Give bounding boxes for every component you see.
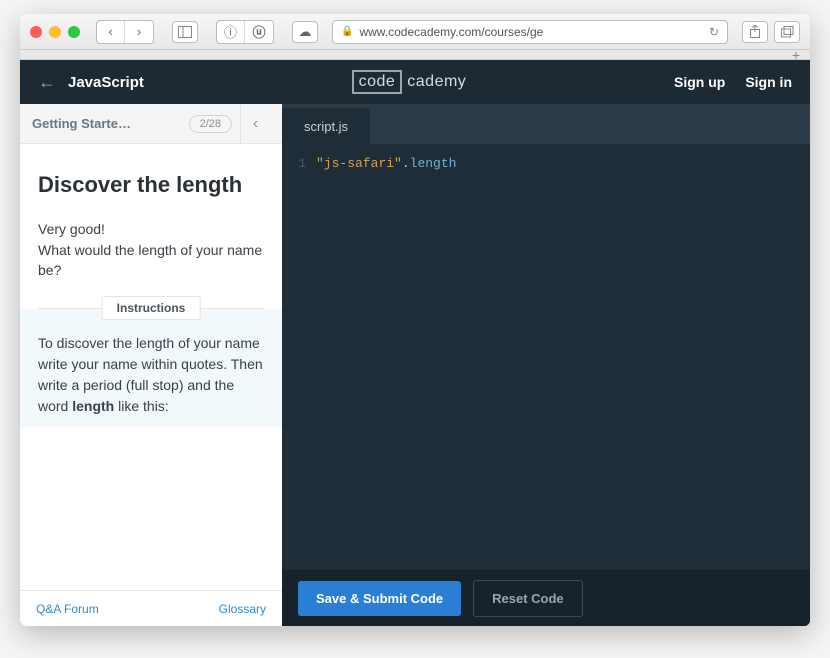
tab-strip: + xyxy=(20,50,810,60)
close-icon[interactable] xyxy=(30,26,42,38)
app-header: ← JavaScript code cademy Sign up Sign in xyxy=(20,60,810,104)
lesson-bar: Getting Starte… 2/28 ‹ xyxy=(20,104,282,144)
editor-footer: Save & Submit Code Reset Code xyxy=(282,570,810,626)
code-dot: . xyxy=(402,156,410,171)
adblock-icon[interactable]: ⓤ xyxy=(245,21,273,43)
content-area: Getting Starte… 2/28 ‹ Discover the leng… xyxy=(20,104,810,626)
signup-link[interactable]: Sign up xyxy=(674,74,725,90)
instructions-post: like this: xyxy=(114,398,168,414)
instructions-tab-label: Instructions xyxy=(102,296,201,320)
lesson-body: Discover the length Very good! What woul… xyxy=(20,144,282,590)
instructions-bold: length xyxy=(72,398,114,414)
progress-pill[interactable]: 2/28 xyxy=(189,115,232,133)
url-bar[interactable]: 🔒 www.codecademy.com/courses/ge ↻ xyxy=(332,20,728,44)
sidebar-footer: Q&A Forum Glossary xyxy=(20,590,282,626)
auth-links: Sign up Sign in xyxy=(674,74,792,90)
lesson-text: Very good! What would the length of your… xyxy=(38,219,264,280)
instructions-section: Instructions To discover the length of y… xyxy=(38,308,264,427)
reload-icon[interactable]: ↻ xyxy=(709,25,719,39)
window-controls xyxy=(30,26,80,38)
code-content[interactable]: "js-safari".length xyxy=(316,156,456,171)
browser-titlebar: ‹ › ⓘ ⓤ ☁ 🔒 www.codecademy.com/courses/g… xyxy=(20,14,810,50)
lesson-title: Discover the length xyxy=(38,172,264,197)
reset-button[interactable]: Reset Code xyxy=(473,580,583,617)
info-icon[interactable]: ⓘ xyxy=(217,21,245,43)
code-string: "js-safari" xyxy=(316,156,402,171)
code-prop: length xyxy=(410,156,457,171)
nav-back-forward: ‹ › xyxy=(96,20,154,44)
back-arrow-icon[interactable]: ← xyxy=(38,72,56,93)
lesson-line2: What would the length of your name be? xyxy=(38,240,264,281)
toolbar-group: ⓘ ⓤ xyxy=(216,20,274,44)
sidebar-toggle-icon[interactable] xyxy=(172,21,198,43)
app-root: ← JavaScript code cademy Sign up Sign in… xyxy=(20,60,810,626)
lesson-sidebar: Getting Starte… 2/28 ‹ Discover the leng… xyxy=(20,104,282,626)
code-line: 1 "js-safari".length xyxy=(282,156,810,171)
section-name[interactable]: Getting Starte… xyxy=(32,116,181,131)
prev-lesson-button[interactable]: ‹ xyxy=(240,104,270,143)
glossary-link[interactable]: Glossary xyxy=(219,602,266,616)
file-tab[interactable]: script.js xyxy=(282,108,370,144)
submit-button[interactable]: Save & Submit Code xyxy=(298,581,461,616)
code-editor[interactable]: 1 "js-safari".length xyxy=(282,144,810,570)
brand-logo[interactable]: code cademy xyxy=(144,70,674,94)
minimize-icon[interactable] xyxy=(49,26,61,38)
forward-button[interactable]: › xyxy=(125,21,153,43)
line-number: 1 xyxy=(282,156,316,171)
course-title: JavaScript xyxy=(68,74,144,91)
brand-left: code xyxy=(352,70,403,94)
editor-pane: script.js 1 "js-safari".length Save & Su… xyxy=(282,104,810,626)
maximize-icon[interactable] xyxy=(68,26,80,38)
brand-right: cademy xyxy=(402,73,466,91)
url-text: www.codecademy.com/courses/ge xyxy=(359,25,543,39)
cloud-icon[interactable]: ☁ xyxy=(292,21,318,43)
share-icon[interactable] xyxy=(742,21,768,43)
file-tab-row: script.js xyxy=(282,104,810,144)
tabs-icon[interactable] xyxy=(774,21,800,43)
lesson-line1: Very good! xyxy=(38,219,264,239)
signin-link[interactable]: Sign in xyxy=(745,74,792,90)
lock-icon: 🔒 xyxy=(341,26,353,37)
instructions-body: To discover the length of your name writ… xyxy=(20,309,282,427)
qa-forum-link[interactable]: Q&A Forum xyxy=(36,602,99,616)
new-tab-button[interactable]: + xyxy=(792,47,800,63)
browser-window: ‹ › ⓘ ⓤ ☁ 🔒 www.codecademy.com/courses/g… xyxy=(20,14,810,626)
back-button[interactable]: ‹ xyxy=(97,21,125,43)
